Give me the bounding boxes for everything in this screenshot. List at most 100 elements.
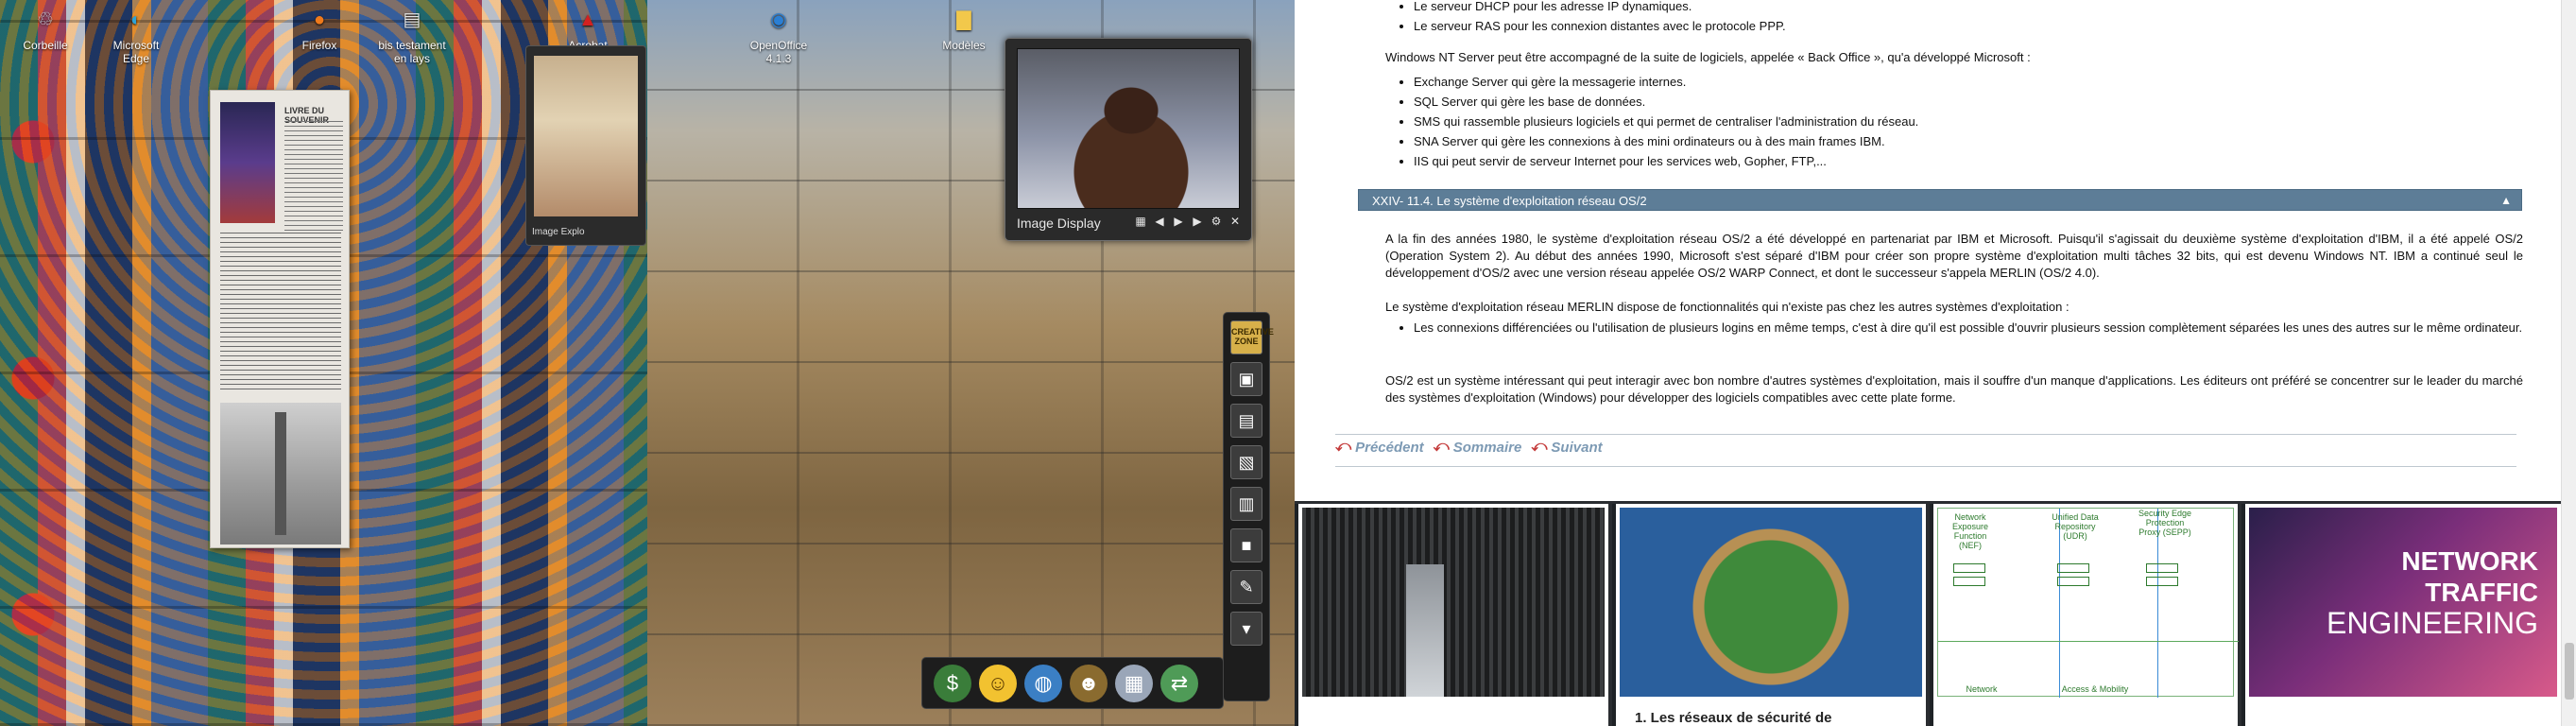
recycle-bin-icon: ♲ <box>37 9 54 30</box>
gallery-icon[interactable]: ▤ <box>1230 404 1262 438</box>
image-card-network-diagram[interactable]: Network Exposure Function (NEF) Unified … <box>1930 504 2239 726</box>
grid-icon[interactable]: ▦ <box>1134 215 1147 230</box>
money-icon[interactable]: $ <box>934 664 971 702</box>
merlin-intro: Le système d'exploitation réseau MERLIN … <box>1385 300 2069 314</box>
calendar-icon[interactable]: ▥ <box>1230 487 1262 521</box>
scrollbar-thumb[interactable] <box>2565 643 2574 700</box>
leaflet-preview[interactable]: LIVRE DU SOUVENIR <box>210 90 350 548</box>
desktop-icon-label: Microsoft Edge <box>112 39 160 65</box>
portrait-image <box>220 102 275 223</box>
toolbox-icon[interactable]: ▣ <box>1230 362 1262 396</box>
list-item: Le serveur DHCP pour les adresse IP dyna… <box>1414 0 1786 16</box>
merlin-list: Les connexions différenciées ou l'utilis… <box>1397 320 2523 337</box>
screen: ♲ Corbeille ◐ Microsoft Edge ● Firefox ▤… <box>0 0 2576 726</box>
list-item: SNA Server qui gère les connexions à des… <box>1414 131 1918 151</box>
globe-icon[interactable]: ◍ <box>1024 664 1062 702</box>
diagram-box <box>2146 563 2178 573</box>
play-icon[interactable]: ▶ <box>1172 215 1185 230</box>
previous-link[interactable]: ⤺ Précédent <box>1335 439 1424 456</box>
list-item: IIS qui peut servir de serveur Internet … <box>1414 151 1918 171</box>
diagram-box <box>1953 577 1985 586</box>
displayed-photo <box>1017 48 1240 209</box>
traffic-engineering-image: NETWORK TRAFFIC ENGINEERING <box>2249 508 2557 697</box>
chart-icon[interactable]: ▦ <box>1115 664 1153 702</box>
diagram-line <box>2157 509 2158 698</box>
list-item: Les connexions différenciées ou l'utilis… <box>1414 320 2523 337</box>
statue-image <box>220 403 341 544</box>
desktop-icon-document[interactable]: ▤ bis testament en lays <box>374 4 450 65</box>
sepp-label: Security Edge Protection Proxy (SEPP) <box>2138 509 2192 537</box>
list-item: Le serveur RAS pour les connexion distan… <box>1414 16 1786 36</box>
creative-zone-icon[interactable]: CREATIVE ZONE <box>1230 320 1274 354</box>
openoffice-icon: ◉ <box>770 9 787 30</box>
document-icon: ▤ <box>403 9 421 30</box>
desktop-icon-templates[interactable]: ▇ Modèles <box>926 4 1002 52</box>
summary-arrow-icon: ⤺ <box>1433 439 1450 455</box>
desktop-icon-edge[interactable]: ◐ Microsoft Edge <box>98 4 174 65</box>
smiley-icon[interactable]: ☺ <box>979 664 1017 702</box>
os2-paragraph: A la fin des années 1980, le système d'e… <box>1385 232 2523 280</box>
image-thumbnail-gadget[interactable]: Image Explo <box>525 45 646 246</box>
image-card-globe[interactable]: 1. Les réseaux de sécurité de <box>1612 504 1926 726</box>
image-card-datacenter[interactable] <box>1295 504 1608 726</box>
gadget-title: Image Display <box>1017 216 1101 231</box>
desktop-icon-label: Firefox <box>301 39 337 52</box>
prev-arrow-icon: ⤺ <box>1335 439 1352 455</box>
previous-icon[interactable]: ◀ <box>1153 215 1166 230</box>
leaflet-text-block <box>284 121 343 234</box>
image-card-traffic-engineering[interactable]: NETWORK TRAFFIC ENGINEERING <box>2241 504 2561 726</box>
people-icon[interactable]: ☻ <box>1070 664 1108 702</box>
close-icon[interactable]: ✕ <box>1228 215 1242 230</box>
desktop-icon-label: bis testament en lays <box>378 39 446 65</box>
globe-image <box>1620 508 1922 697</box>
settings-icon[interactable]: ⚙ <box>1210 215 1223 230</box>
thumbnail-label: Image Explo <box>532 227 585 237</box>
image-caption: 1. Les réseaux de sécurité de <box>1635 710 1832 726</box>
acrobat-icon: ▲ <box>578 9 597 30</box>
folder-icon: ▇ <box>956 9 971 30</box>
media-icon[interactable]: ■ <box>1230 528 1262 562</box>
painter-icon[interactable]: ✎ <box>1230 570 1262 604</box>
desktop-background: ♲ Corbeille ◐ Microsoft Edge ● Firefox ▤… <box>0 0 1295 726</box>
desktop-icon-label: Modèles <box>942 39 986 52</box>
datacenter-image <box>1302 508 1605 697</box>
diagram-line <box>1938 641 2239 642</box>
list-item: Exchange Server qui gère la messagerie i… <box>1414 72 1918 92</box>
photo-icon[interactable]: ▧ <box>1230 445 1262 479</box>
firefox-icon: ● <box>313 9 326 30</box>
banner-text: NETWORK TRAFFIC ENGINEERING <box>2326 546 2538 640</box>
next-link[interactable]: ⤺ Suivant <box>1531 439 1602 456</box>
desktop-icon-firefox[interactable]: ● Firefox <box>282 4 357 52</box>
divider <box>1335 466 2516 467</box>
page-scrollbar[interactable] <box>2561 0 2576 726</box>
gadget-controls: ▦ ◀ ▶ ▶ ⚙ ✕ <box>1134 215 1242 230</box>
diagram-box <box>1953 563 1985 573</box>
backoffice-list: Exchange Server qui gère la messagerie i… <box>1397 72 1918 171</box>
collapse-icon[interactable]: ▲ <box>2500 190 2512 212</box>
expand-icon[interactable]: ▾ <box>1230 612 1262 646</box>
network-label: Network <box>1966 684 1998 694</box>
next-icon[interactable]: ▶ <box>1191 215 1204 230</box>
desktop-icon-label: OpenOffice 4.1.3 <box>749 39 808 65</box>
services-list: Le serveur DHCP pour les adresse IP dyna… <box>1397 0 1786 36</box>
image-display-gadget[interactable]: Image Display ▦ ◀ ▶ ▶ ⚙ ✕ <box>1005 38 1252 241</box>
list-item: SQL Server qui gère les base de données. <box>1414 92 1918 112</box>
desktop-icon-recycle-bin[interactable]: ♲ Corbeille <box>8 4 83 52</box>
share-icon[interactable]: ⇄ <box>1160 664 1198 702</box>
section-header[interactable]: XXIV- 11.4. Le système d'exploitation ré… <box>1358 189 2522 211</box>
section-title: XXIV- 11.4. Le système d'exploitation ré… <box>1372 194 1647 208</box>
network-diagram-image: Network Exposure Function (NEF) Unified … <box>1937 508 2239 698</box>
desktop-icon-openoffice[interactable]: ◉ OpenOffice 4.1.3 <box>741 4 816 65</box>
list-item: SMS qui rassemble plusieurs logiciels et… <box>1414 112 1918 131</box>
backoffice-intro: Windows NT Server peut être accompagné d… <box>1385 50 2031 64</box>
thumbnail-picture <box>534 56 638 216</box>
diagram-box <box>2057 577 2089 586</box>
page-navigation: ⤺ Précédent ⤺ Sommaire ⤺ Suivant <box>1335 439 1603 456</box>
summary-link[interactable]: ⤺ Sommaire <box>1434 439 1522 456</box>
udr-label: Unified Data Repository (UDR) <box>2052 512 2099 541</box>
edge-icon: ◐ <box>129 9 143 30</box>
divider <box>1335 434 2516 435</box>
next-arrow-icon: ⤺ <box>1531 439 1548 455</box>
image-results-strip: 1. Les réseaux de sécurité de Network Ex… <box>1295 501 2561 726</box>
vertical-launcher-gadget: CREATIVE ZONE ▣ ▤ ▧ ▥ ■ ✎ ▾ <box>1223 312 1274 701</box>
